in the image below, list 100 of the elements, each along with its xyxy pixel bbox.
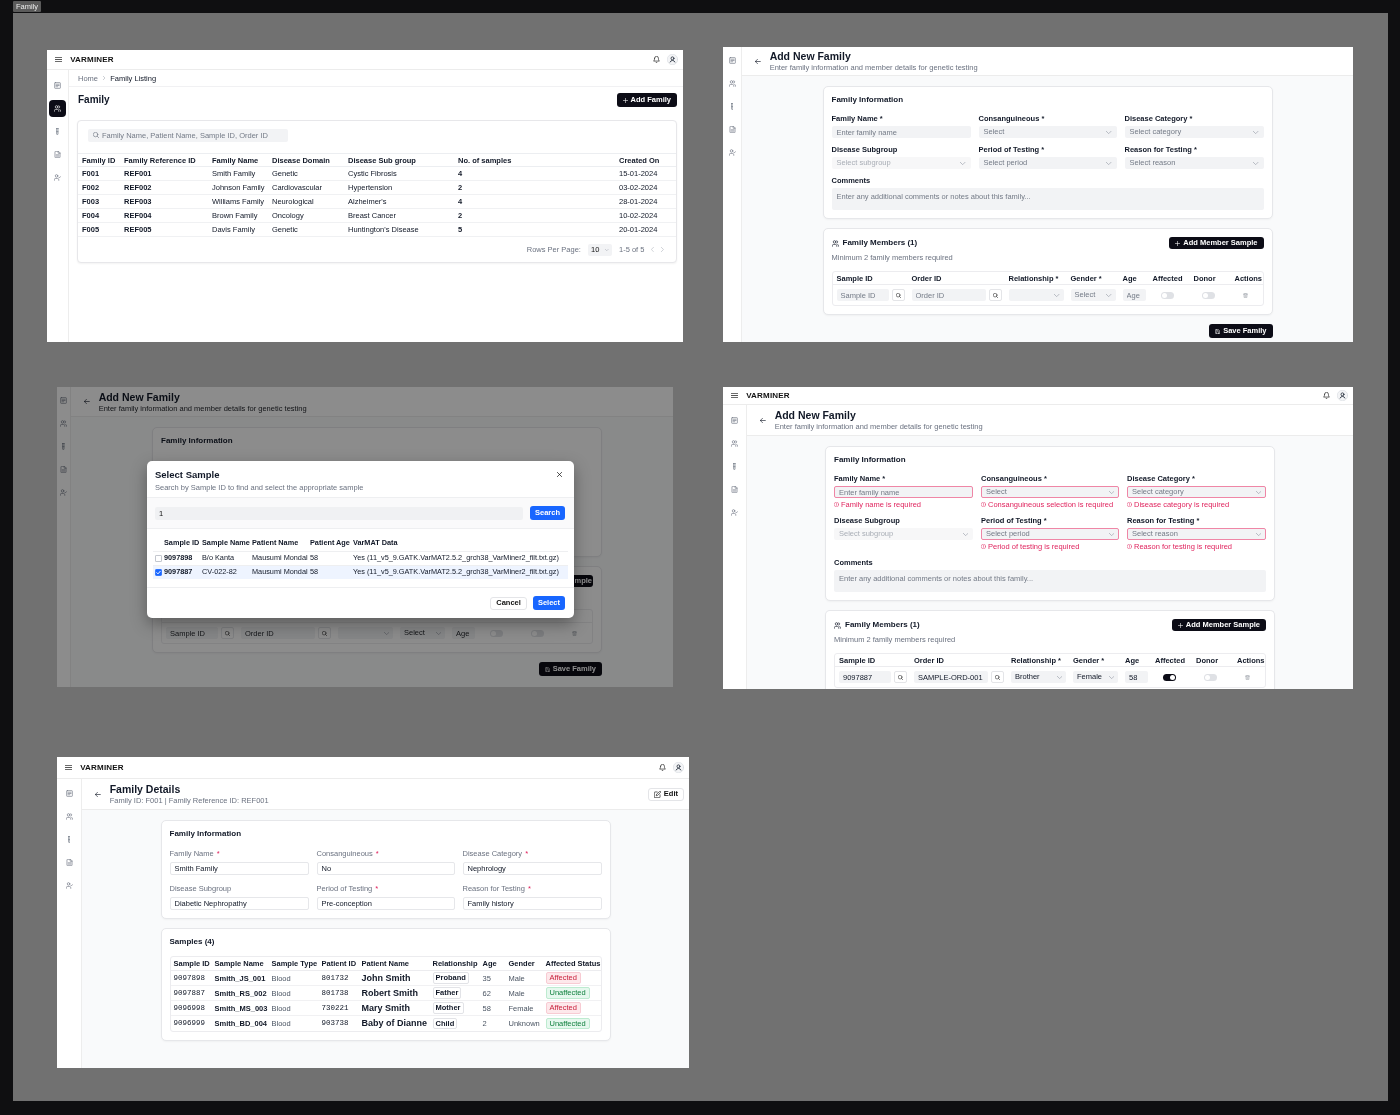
save-icon bbox=[1215, 328, 1221, 334]
user-check-icon bbox=[731, 509, 738, 516]
page-title: Add New Family bbox=[769, 50, 852, 62]
alert-icon bbox=[981, 544, 986, 549]
trash-icon[interactable] bbox=[572, 630, 577, 636]
user-check-icon bbox=[60, 489, 67, 496]
dialog-title: Select Sample bbox=[155, 469, 221, 480]
card-title: Family Information bbox=[834, 455, 907, 465]
back-arrow-icon[interactable] bbox=[760, 417, 766, 423]
list-icon bbox=[731, 417, 738, 424]
select-field[interactable] bbox=[1008, 289, 1064, 301]
toggle-switch[interactable] bbox=[1163, 673, 1176, 681]
chevron-down-icon bbox=[960, 161, 966, 165]
bell-icon[interactable] bbox=[653, 56, 660, 63]
menu-icon[interactable] bbox=[55, 57, 63, 62]
toggle-switch[interactable] bbox=[1204, 673, 1217, 681]
brand-name: VARMINER bbox=[746, 390, 790, 401]
bell-icon[interactable] bbox=[659, 764, 666, 771]
search-icon bbox=[898, 674, 903, 680]
users-icon bbox=[60, 420, 67, 427]
search-button[interactable] bbox=[894, 671, 907, 683]
chevron-down-icon bbox=[1255, 490, 1261, 494]
alert-icon bbox=[834, 502, 839, 507]
list-icon bbox=[728, 57, 736, 64]
back-arrow-icon[interactable] bbox=[84, 399, 90, 404]
search-button[interactable] bbox=[991, 671, 1004, 683]
table-cell-text: Baby of Dianne bbox=[360, 1018, 428, 1029]
users-icon bbox=[65, 813, 73, 820]
table-cell-text: Mary Smith bbox=[360, 1002, 411, 1014]
trash-icon[interactable] bbox=[1242, 292, 1248, 298]
toggle-switch[interactable] bbox=[1201, 291, 1215, 299]
chevron-down-icon bbox=[1106, 161, 1112, 165]
card-title: Family Information bbox=[831, 95, 905, 105]
chevron-right-icon bbox=[103, 76, 106, 80]
toggle-switch[interactable] bbox=[1160, 291, 1174, 299]
users-icon bbox=[831, 239, 839, 247]
test-tube-icon bbox=[56, 128, 59, 135]
test-tube-icon bbox=[67, 836, 71, 843]
bell-icon[interactable] bbox=[1323, 392, 1330, 399]
edit-icon bbox=[653, 790, 661, 798]
avatar-icon[interactable] bbox=[667, 54, 678, 65]
sidebar-item[interactable] bbox=[49, 100, 66, 117]
page-title: Family bbox=[78, 94, 110, 106]
document-icon bbox=[728, 126, 736, 133]
card-title: Family Members (1) bbox=[845, 620, 920, 630]
row-checkbox[interactable] bbox=[155, 554, 162, 562]
list-icon bbox=[60, 397, 67, 404]
chevron-down-icon bbox=[1108, 675, 1114, 679]
users-icon bbox=[54, 105, 61, 112]
row-checkbox[interactable] bbox=[155, 568, 162, 576]
document-icon bbox=[54, 151, 61, 158]
alert-icon bbox=[1127, 502, 1132, 507]
chevron-down-icon bbox=[1106, 293, 1112, 297]
close-icon[interactable] bbox=[557, 472, 562, 477]
chevron-down-icon bbox=[605, 248, 609, 251]
alert-icon bbox=[981, 502, 986, 507]
chevron-left-icon[interactable] bbox=[651, 247, 655, 252]
user-check-icon bbox=[728, 149, 736, 156]
menu-icon[interactable] bbox=[731, 393, 739, 398]
card-title: Family Information bbox=[169, 829, 243, 839]
chevron-down-icon bbox=[1255, 532, 1261, 536]
menu-icon[interactable] bbox=[65, 765, 73, 770]
avatar-icon[interactable] bbox=[673, 762, 684, 773]
search-button[interactable] bbox=[988, 289, 1002, 301]
search-button[interactable] bbox=[891, 289, 905, 301]
search-icon bbox=[322, 630, 327, 636]
document-icon bbox=[60, 466, 67, 473]
back-arrow-icon[interactable] bbox=[95, 791, 101, 797]
users-icon bbox=[728, 80, 736, 87]
select-field[interactable] bbox=[338, 627, 393, 639]
plus-icon bbox=[1177, 622, 1183, 628]
users-icon bbox=[731, 440, 738, 447]
document-icon bbox=[65, 859, 73, 866]
test-tube-icon bbox=[730, 103, 734, 110]
plus-icon bbox=[1175, 240, 1181, 246]
search-icon bbox=[995, 674, 1000, 680]
chevron-down-icon bbox=[1253, 161, 1259, 165]
chevron-down-icon bbox=[1253, 130, 1259, 134]
page-title: Family Details bbox=[109, 783, 182, 795]
document-icon bbox=[731, 486, 738, 493]
avatar-icon[interactable] bbox=[1337, 390, 1348, 401]
user-check-icon bbox=[54, 174, 61, 181]
plus-icon bbox=[622, 97, 628, 103]
toggle-switch[interactable] bbox=[490, 629, 503, 637]
trash-icon[interactable] bbox=[1245, 674, 1250, 680]
search-button[interactable] bbox=[221, 627, 234, 639]
test-tube-icon bbox=[733, 463, 736, 470]
toggle-switch[interactable] bbox=[531, 629, 544, 637]
table-cell-text: John Smith bbox=[360, 972, 412, 984]
chevron-down-icon bbox=[1108, 532, 1114, 536]
search-icon bbox=[895, 292, 901, 298]
alert-icon bbox=[1127, 544, 1132, 549]
card-title: Family Members (1) bbox=[842, 238, 918, 248]
list-icon bbox=[65, 790, 73, 797]
chevron-right-icon[interactable] bbox=[661, 247, 664, 252]
back-arrow-icon[interactable] bbox=[755, 58, 761, 64]
chevron-down-icon bbox=[1056, 675, 1062, 679]
search-button[interactable] bbox=[318, 627, 331, 639]
chevron-down-icon bbox=[962, 532, 968, 536]
search-icon bbox=[225, 630, 230, 636]
